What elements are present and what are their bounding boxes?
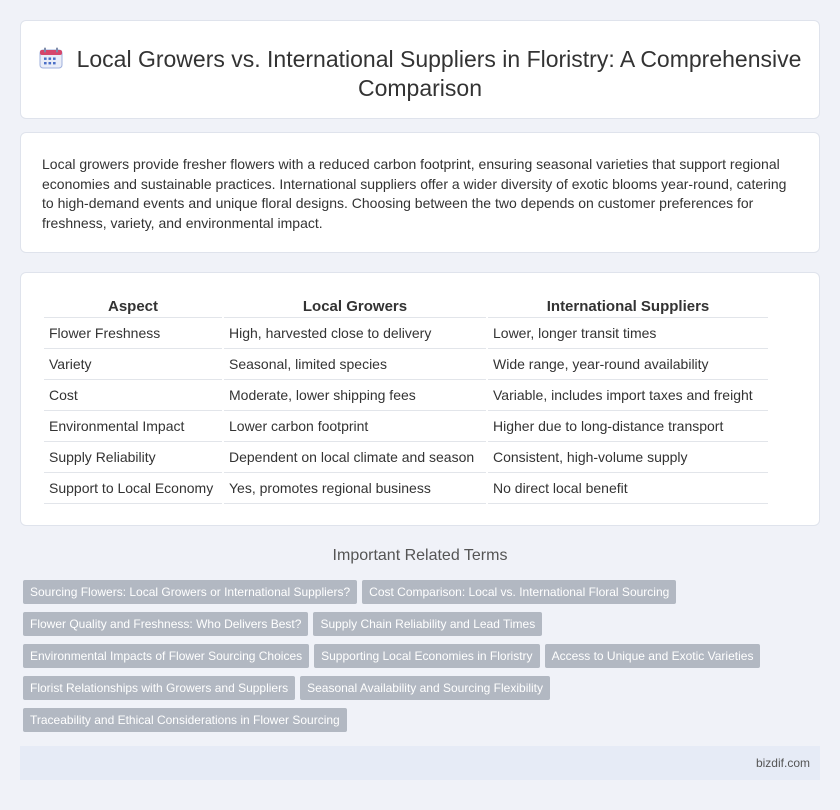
related-term-tag[interactable]: Access to Unique and Exotic Varieties: [544, 644, 761, 668]
comparison-table: Aspect Local Growers International Suppl…: [42, 296, 770, 504]
table-cell-aspect: Variety: [44, 349, 222, 380]
footer-site-link[interactable]: bizdif.com: [756, 756, 810, 770]
table-row: Variety Seasonal, limited species Wide r…: [44, 349, 768, 380]
table-cell-local: Moderate, lower shipping fees: [224, 380, 486, 411]
table-row: Flower Freshness High, harvested close t…: [44, 318, 768, 349]
related-term-tag[interactable]: Sourcing Flowers: Local Growers or Inter…: [23, 580, 358, 604]
table-cell-international: Variable, includes import taxes and frei…: [488, 380, 768, 411]
tag-row: Environmental Impacts of Flower Sourcing…: [23, 644, 813, 676]
table-row: Cost Moderate, lower shipping fees Varia…: [44, 380, 768, 411]
table-cell-aspect: Support to Local Economy: [44, 473, 222, 504]
table-cell-local: Dependent on local climate and season: [224, 442, 486, 473]
tag-row: Florist Relationships with Growers and S…: [23, 676, 813, 708]
table-cell-international: Higher due to long-distance transport: [488, 411, 768, 442]
tag-row: Flower Quality and Freshness: Who Delive…: [23, 612, 813, 644]
table-cell-international: Wide range, year-round availability: [488, 349, 768, 380]
related-term-tag[interactable]: Environmental Impacts of Flower Sourcing…: [23, 644, 310, 668]
tag-row: Traceability and Ethical Considerations …: [23, 708, 813, 740]
table-row: Supply Reliability Dependent on local cl…: [44, 442, 768, 473]
table-cell-aspect: Flower Freshness: [44, 318, 222, 349]
related-term-tag[interactable]: Seasonal Availability and Sourcing Flexi…: [300, 676, 551, 700]
table-cell-aspect: Supply Reliability: [44, 442, 222, 473]
table-cell-international: Consistent, high-volume supply: [488, 442, 768, 473]
table-cell-international: No direct local benefit: [488, 473, 768, 504]
related-terms-list: Sourcing Flowers: Local Growers or Inter…: [23, 580, 813, 740]
related-terms-heading: Important Related Terms: [332, 547, 508, 564]
page-title: Local Growers vs. International Supplier…: [21, 45, 819, 103]
related-term-tag[interactable]: Flower Quality and Freshness: Who Delive…: [23, 612, 309, 636]
header-aspect: Aspect: [44, 296, 222, 318]
page-title-text: Local Growers vs. International Supplier…: [76, 46, 802, 101]
table-cell-local: Seasonal, limited species: [224, 349, 486, 380]
table-cell-local: Yes, promotes regional business: [224, 473, 486, 504]
table-cell-aspect: Environmental Impact: [44, 411, 222, 442]
tag-row: Sourcing Flowers: Local Growers or Inter…: [23, 580, 813, 612]
footer: bizdif.com: [20, 746, 820, 780]
table-cell-international: Lower, longer transit times: [488, 318, 768, 349]
comparison-card: Aspect Local Growers International Suppl…: [20, 272, 820, 526]
header-local-growers: Local Growers: [224, 296, 486, 318]
intro-card: Local growers provide fresher flowers wi…: [20, 132, 820, 253]
related-term-tag[interactable]: Florist Relationships with Growers and S…: [23, 676, 296, 700]
table-cell-local: Lower carbon footprint: [224, 411, 486, 442]
table-cell-local: High, harvested close to delivery: [224, 318, 486, 349]
related-term-tag[interactable]: Supply Chain Reliability and Lead Times: [313, 612, 543, 636]
related-term-tag[interactable]: Cost Comparison: Local vs. International…: [362, 580, 677, 604]
table-row: Environmental Impact Lower carbon footpr…: [44, 411, 768, 442]
related-term-tag[interactable]: Traceability and Ethical Considerations …: [23, 708, 347, 732]
intro-paragraph: Local growers provide fresher flowers wi…: [42, 156, 787, 231]
title-card: Local Growers vs. International Supplier…: [20, 20, 820, 119]
header-international-suppliers: International Suppliers: [488, 296, 768, 318]
related-term-tag[interactable]: Supporting Local Economies in Floristry: [314, 644, 540, 668]
calendar-icon: [39, 47, 63, 69]
table-row: Support to Local Economy Yes, promotes r…: [44, 473, 768, 504]
table-header-row: Aspect Local Growers International Suppl…: [44, 296, 768, 318]
table-cell-aspect: Cost: [44, 380, 222, 411]
